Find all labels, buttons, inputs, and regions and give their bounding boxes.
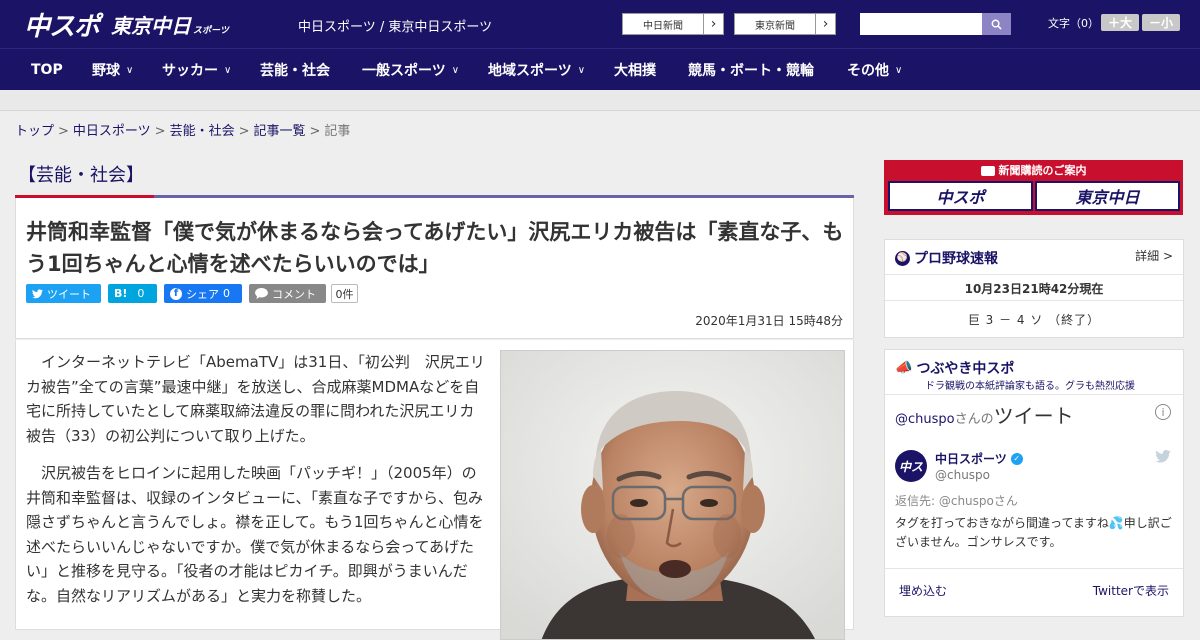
publish-date: 2020年1月31日 15時48分	[695, 314, 843, 328]
tweet-author-handle[interactable]: @chuspo	[935, 468, 990, 482]
twitter-widget-subtitle: ドラ観戦の本紙評論家も語る。グラも熱烈応援	[925, 381, 1135, 392]
chevron-down-icon: ∨	[577, 64, 586, 76]
article-photo	[500, 350, 845, 640]
nav-baseball[interactable]: 野球 ∨	[92, 49, 133, 91]
baseball-detail-link[interactable]: 詳細 >	[1135, 247, 1173, 264]
chevron-down-icon: ∨	[224, 64, 232, 76]
category-heading: 【芸能・社会】	[15, 148, 854, 198]
article-header: 井筒和幸監督「僕で気が休まるなら会ってあげたい」沢尻エリカ被告は「素直な子、もう…	[15, 198, 854, 339]
breadcrumb-entertainment[interactable]: 芸能・社会	[170, 124, 235, 139]
info-icon[interactable]: i	[1155, 404, 1171, 420]
search-icon	[991, 19, 1002, 30]
font-size-label: 文字（0）	[1048, 17, 1099, 30]
tweet-button[interactable]: ツイート	[26, 284, 101, 303]
nav-racing[interactable]: 競馬・ボート・競輪	[688, 49, 814, 91]
search-button[interactable]	[982, 13, 1011, 35]
chevron-right-icon: ›	[815, 14, 835, 34]
tokyo-chunichi-logo[interactable]: 東京中日 スポーツ	[111, 10, 229, 39]
divider	[885, 568, 1183, 569]
font-larger-button[interactable]: ＋大	[1101, 14, 1139, 31]
nav-other[interactable]: その他 ∨	[847, 49, 902, 91]
divider	[885, 300, 1183, 301]
tweets-heading: ツイート	[993, 404, 1074, 428]
article-body: インターネットテレビ「AbemaTV」は31日、「初公判 沢尻エリカ被告”全ての…	[15, 340, 854, 640]
comment-button[interactable]: コメント	[249, 284, 326, 303]
category-title: 【芸能・社会】	[18, 165, 144, 186]
view-on-twitter-link[interactable]: Twitterで表示	[1093, 582, 1169, 599]
chevron-down-icon: ∨	[126, 64, 134, 76]
twitter-bird-icon[interactable]	[1155, 449, 1171, 467]
breadcrumb-top[interactable]: トップ	[15, 124, 54, 139]
megaphone-icon: 📣	[895, 360, 913, 376]
portrait-photo	[501, 351, 844, 639]
breadcrumb-current: 記事	[324, 124, 351, 139]
sub-nav-bar	[0, 90, 1200, 111]
subscription-banner[interactable]: 新聞購読のご案内 中スポ 東京中日	[884, 160, 1183, 215]
tweet-text: タグを打っておきながら間違ってますね💦申し訳ございません。ゴンサレスです。	[895, 516, 1172, 549]
article-paragraph: 沢尻被告をヒロインに起用した映画「パッチギ！」（2005年）の井筒和幸監督は、収…	[26, 464, 484, 605]
divider	[885, 274, 1183, 275]
twitter-widget: 📣 つぶやき中スポ ドラ観戦の本紙評論家も語る。グラも熱烈応援 @chuspoさ…	[884, 349, 1184, 617]
verified-badge-icon: ✓	[1010, 452, 1023, 465]
speech-bubble-icon	[255, 288, 268, 299]
site-logo[interactable]: 中スポ 東京中日 スポーツ	[24, 6, 229, 43]
nav-regional-sports[interactable]: 地域スポーツ ∨	[488, 49, 585, 91]
hatena-icon: B!	[114, 287, 128, 300]
score-timestamp: 10月23日21時42分現在	[964, 282, 1104, 296]
divider	[885, 394, 1183, 395]
baseball-widget-title: プロ野球速報	[914, 251, 998, 267]
comment-count: 0件	[331, 284, 358, 303]
tokyo-shimbun-button[interactable]: 東京新聞 ›	[734, 13, 836, 35]
avatar[interactable]: 中ス	[895, 450, 927, 482]
nav-soccer[interactable]: サッカー ∨	[162, 49, 231, 91]
search-input[interactable]	[860, 13, 982, 35]
main-nav: TOP 野球 ∨ サッカー ∨ 芸能・社会 一般スポーツ ∨ 地域スポーツ ∨ 大相撲 …	[0, 48, 1200, 90]
top-header: 中スポ 東京中日 スポーツ 中日スポーツ / 東京中日スポーツ 中日新聞 › 東京…	[0, 0, 1200, 48]
game-score[interactable]: 巨 3 － 4 ソ （終了）	[885, 311, 1183, 328]
nav-general-sports[interactable]: 一般スポーツ ∨	[362, 49, 459, 91]
tweet-reply-to: 返信先: @chuspoさん	[895, 494, 1018, 508]
embed-link[interactable]: 埋め込む	[899, 582, 947, 599]
chevron-right-icon: ›	[703, 14, 723, 34]
nav-sumo[interactable]: 大相撲	[614, 49, 656, 91]
twitter-bird-icon	[32, 288, 43, 298]
font-smaller-button[interactable]: －小	[1142, 14, 1180, 31]
hatena-bookmark-button[interactable]: B! 0	[108, 284, 157, 303]
twitter-handle-link[interactable]: @chuspo	[895, 412, 955, 427]
site-links[interactable]: 中日スポーツ / 東京中日スポーツ	[298, 16, 492, 35]
nav-entertainment[interactable]: 芸能・社会	[260, 49, 330, 91]
facebook-share-button[interactable]: f シェア 0	[164, 284, 242, 303]
tweet-author-name[interactable]: 中日スポーツ	[935, 450, 1007, 467]
baseball-scores-widget: ⚾ プロ野球速報 詳細 > 10月23日21時42分現在 巨 3 － 4 ソ （…	[884, 239, 1184, 338]
chevron-down-icon: ∨	[451, 64, 460, 76]
nav-top[interactable]: TOP	[31, 49, 63, 91]
subscription-title: 新聞購読のご案内	[998, 164, 1087, 177]
tokyo-chunichi-subscribe-button[interactable]: 東京中日	[1035, 181, 1180, 211]
twitter-widget-title: つぶやき中スポ	[916, 361, 1015, 377]
chuspo-subscribe-button[interactable]: 中スポ	[888, 181, 1033, 211]
breadcrumb: トップ > 中日スポーツ > 芸能・社会 > 記事一覧 > 記事	[15, 124, 351, 139]
chunichi-shimbun-button[interactable]: 中日新聞 ›	[622, 13, 724, 35]
breadcrumb-chunichi-sports[interactable]: 中日スポーツ	[73, 124, 151, 139]
article-headline: 井筒和幸監督「僕で気が休まるなら会ってあげたい」沢尻エリカ被告は「素直な子、もう…	[26, 220, 844, 276]
article-paragraph: インターネットテレビ「AbemaTV」は31日、「初公判 沢尻エリカ被告”全ての…	[26, 353, 485, 445]
breadcrumb-article-list[interactable]: 記事一覧	[254, 124, 306, 139]
chuspo-logo[interactable]: 中スポ	[24, 6, 100, 43]
newspaper-icon	[980, 166, 995, 176]
chevron-down-icon: ∨	[895, 64, 903, 76]
facebook-icon: f	[170, 287, 182, 300]
baseball-icon: ⚾	[895, 250, 910, 266]
